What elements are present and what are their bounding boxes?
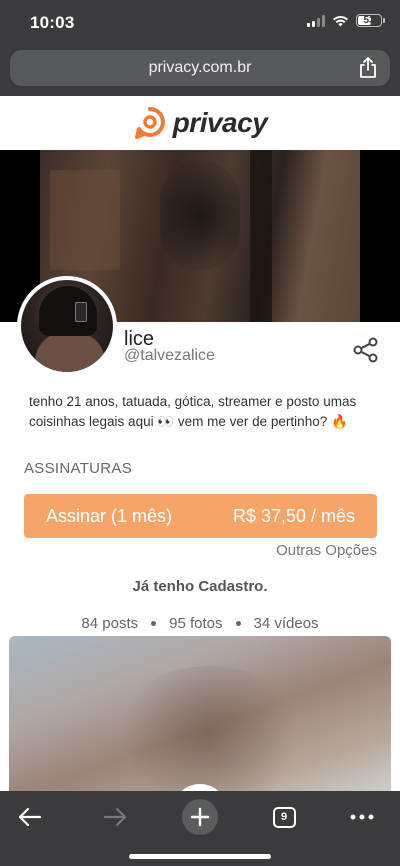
more-dots-icon[interactable]	[350, 814, 374, 820]
status-bar: 10:03 53	[0, 0, 400, 44]
other-options-link[interactable]: Outras Opções	[276, 542, 377, 559]
back-button[interactable]	[10, 797, 50, 837]
home-indicator	[129, 854, 271, 859]
signal-icon	[307, 14, 325, 27]
photos-count[interactable]: 95 fotos	[169, 615, 222, 632]
profile-handle: @talvezalice	[124, 347, 215, 364]
forward-button[interactable]	[95, 797, 135, 837]
more-button[interactable]	[342, 797, 382, 837]
tabs-button[interactable]: 9	[264, 797, 304, 837]
subscribe-price[interactable]: R$ 37,50 / mês	[233, 506, 355, 527]
separator-dot	[235, 621, 241, 626]
tab-count[interactable]: 9	[281, 811, 287, 823]
separator-dot	[151, 621, 157, 626]
videos-count[interactable]: 34 vídeos	[254, 615, 319, 632]
status-time: 10:03	[30, 13, 75, 32]
avatar[interactable]	[17, 276, 117, 376]
plus-icon[interactable]	[190, 807, 210, 827]
arrow-right-icon[interactable]	[103, 807, 127, 827]
profile-bio: tenho 21 anos, tatuada, gótica, streamer…	[29, 394, 357, 429]
logo-text[interactable]: privacy	[173, 107, 268, 139]
url-bar[interactable]: privacy.com.br	[10, 50, 390, 86]
subscribe-button[interactable]: Assinar (1 mês) R$ 37,50 / mês	[24, 494, 377, 538]
battery-level: 53	[363, 15, 375, 26]
have-account-link[interactable]: Já tenho Cadastro.	[0, 578, 400, 595]
site-header: privacy	[0, 96, 400, 150]
new-tab-button[interactable]	[180, 797, 220, 837]
locked-post-preview[interactable]	[9, 636, 391, 796]
arrow-left-icon[interactable]	[18, 807, 42, 827]
battery-icon: 53	[356, 14, 385, 27]
status-indicators: 53	[307, 14, 385, 27]
browser-top-chrome: 10:03 53 privacy.com.br	[0, 0, 400, 96]
posts-count[interactable]: 84 posts	[81, 615, 138, 632]
share-nodes-icon[interactable]	[352, 336, 380, 364]
tabs-icon[interactable]: 9	[272, 806, 296, 828]
wifi-icon	[333, 15, 348, 26]
privacy-logo-icon[interactable]	[133, 106, 167, 140]
url-text[interactable]: privacy.com.br	[10, 59, 390, 77]
media-counts: 84 posts 95 fotos 34 vídeos	[0, 615, 400, 632]
share-up-icon[interactable]	[358, 57, 378, 79]
subscriptions-heading: ASSINATURAS	[24, 460, 133, 477]
subscribe-plan-label[interactable]: Assinar (1 mês)	[46, 506, 172, 527]
